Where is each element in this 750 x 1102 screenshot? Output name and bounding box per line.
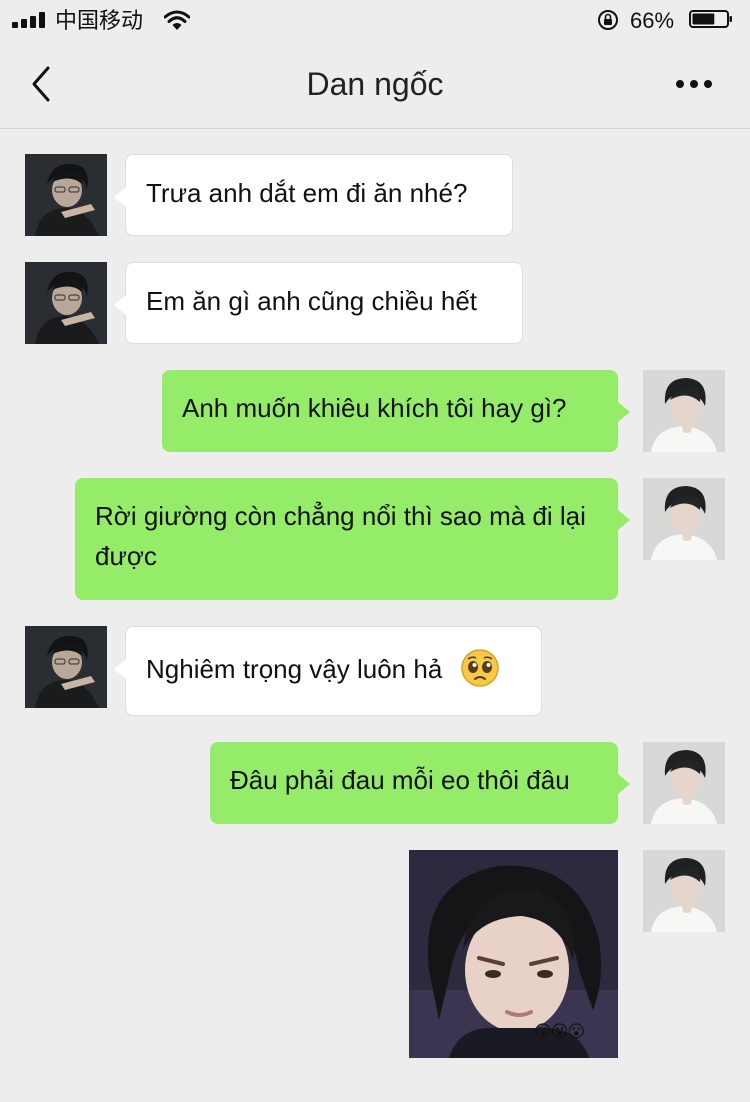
astonished-emoji-icon: 😮 bbox=[534, 1022, 552, 1041]
message-text: Anh muốn khiêu khích tôi hay gì? bbox=[182, 393, 567, 423]
battery-percentage: 66% bbox=[630, 8, 675, 33]
my-avatar[interactable] bbox=[643, 742, 725, 824]
my-avatar-image bbox=[643, 478, 725, 560]
wifi-icon bbox=[164, 10, 190, 30]
my-avatar[interactable] bbox=[643, 478, 725, 560]
my-avatar-image bbox=[643, 850, 725, 932]
contact-avatar[interactable] bbox=[25, 626, 107, 708]
contact-avatar[interactable] bbox=[25, 262, 107, 344]
astonished-emoji-icon: 😮 bbox=[550, 1022, 569, 1041]
astonished-emoji-icon: 😮 bbox=[567, 1022, 585, 1041]
image-message[interactable]: 😮😮😮 bbox=[409, 850, 618, 1058]
message-text: Rời giường còn chẳng nổi thì sao mà đi l… bbox=[95, 501, 586, 571]
chat-title: Dan ngốc bbox=[306, 66, 444, 102]
more-options-button[interactable] bbox=[674, 76, 714, 92]
contact-avatar[interactable] bbox=[25, 154, 107, 236]
message-bubble-incoming[interactable]: Nghiêm trọng vậy luôn hả bbox=[114, 626, 542, 716]
message-bubble-incoming[interactable]: Em ăn gì anh cũng chiều hết bbox=[114, 262, 523, 344]
my-avatar[interactable] bbox=[643, 850, 725, 932]
message-text: Em ăn gì anh cũng chiều hết bbox=[146, 286, 478, 316]
my-avatar-image bbox=[643, 742, 725, 824]
chat-header: Dan ngốc bbox=[0, 42, 750, 129]
message-bubble-outgoing[interactable]: Đâu phải đau mỗi eo thôi đâu bbox=[210, 742, 630, 824]
message-bubble-outgoing[interactable]: Anh muốn khiêu khích tôi hay gì? bbox=[162, 370, 630, 452]
my-avatar[interactable] bbox=[643, 370, 725, 452]
message-text: Đâu phải đau mỗi eo thôi đâu bbox=[230, 765, 570, 795]
battery-icon bbox=[689, 10, 732, 28]
contact-avatar-image bbox=[25, 154, 107, 236]
status-bar: 中国移动 66% bbox=[0, 0, 750, 42]
message-text: Nghiêm trọng vậy luôn hả bbox=[146, 654, 443, 684]
rotation-lock-icon bbox=[598, 10, 618, 30]
emoji-overlay: 😮😮😮 bbox=[534, 1022, 585, 1042]
photo-sticker bbox=[409, 850, 618, 1058]
contact-avatar-image bbox=[25, 262, 107, 344]
message-text: Trưa anh dắt em đi ăn nhé? bbox=[146, 178, 468, 208]
message-bubble-incoming[interactable]: Trưa anh dắt em đi ăn nhé? bbox=[114, 154, 513, 236]
message-bubble-outgoing[interactable]: Rời giường còn chẳng nổi thì sao mà đi l… bbox=[75, 478, 630, 600]
pleading-face-emoji-icon bbox=[460, 649, 499, 687]
signal-strength-icon bbox=[12, 12, 48, 28]
contact-avatar-image bbox=[25, 626, 107, 708]
my-avatar-image bbox=[643, 370, 725, 452]
carrier-name: 中国移动 bbox=[55, 8, 144, 33]
